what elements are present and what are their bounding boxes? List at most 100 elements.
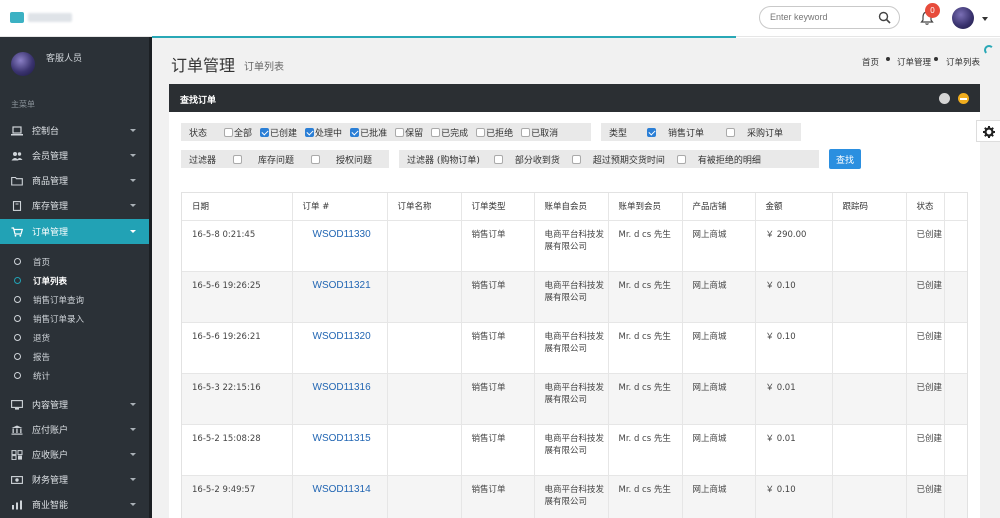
type-option-purchase[interactable]: 采购订单 bbox=[726, 126, 783, 139]
breadcrumb-orders[interactable]: 订单管理 bbox=[897, 56, 931, 68]
sidebar-item-finance[interactable]: 财务管理 bbox=[0, 467, 149, 492]
table-row[interactable]: 16-5-6 19:26:25 WSOD11321 销售订单 电商平台科技发展有限公司… bbox=[182, 271, 967, 323]
order-number-link[interactable]: WSOD11330 bbox=[292, 220, 388, 272]
minimize-icon[interactable] bbox=[958, 93, 969, 104]
checkbox[interactable] bbox=[676, 154, 686, 164]
chart-icon bbox=[11, 500, 23, 510]
column-header[interactable]: 金额 bbox=[755, 193, 833, 221]
cell-extra bbox=[944, 475, 967, 518]
avatar[interactable] bbox=[11, 52, 35, 76]
status-option-cancelled[interactable]: 已取消 bbox=[521, 126, 558, 139]
filter-option-auth[interactable]: 授权问题 bbox=[311, 153, 372, 166]
order-number-link[interactable]: WSOD11315 bbox=[292, 424, 388, 476]
sidebar-item-content[interactable]: 内容管理 bbox=[0, 392, 149, 417]
checkbox[interactable] bbox=[476, 127, 486, 137]
sidebar-item-orders[interactable]: 订单管理 bbox=[0, 219, 149, 244]
search-icon[interactable] bbox=[878, 11, 891, 24]
user-avatar[interactable] bbox=[952, 7, 974, 29]
checkbox[interactable] bbox=[233, 154, 243, 164]
column-header[interactable]: 订单 # bbox=[292, 193, 388, 221]
settings-panel-toggle[interactable] bbox=[976, 120, 1000, 142]
users-icon bbox=[11, 151, 23, 161]
sidebar-subitem-statistics[interactable]: 统计 bbox=[0, 366, 149, 385]
sidebar-item-dashboard[interactable]: 控制台 bbox=[0, 118, 149, 143]
order-number-link[interactable]: WSOD11321 bbox=[292, 271, 388, 323]
sidebar-item-products[interactable]: 商品管理 bbox=[0, 168, 149, 193]
sidebar-item-bi[interactable]: 商业智能 bbox=[0, 492, 149, 517]
logo-icon[interactable] bbox=[10, 12, 24, 23]
sidebar-item-inventory[interactable]: 库存管理 bbox=[0, 193, 149, 218]
collapse-toggle-icon[interactable] bbox=[939, 93, 950, 104]
cell-order-type: 销售订单 bbox=[461, 220, 535, 272]
search-input[interactable] bbox=[770, 12, 870, 22]
column-header[interactable]: 状态 bbox=[906, 193, 945, 221]
cart-option-rejected-items[interactable]: 有被拒绝的明细 bbox=[676, 153, 761, 166]
checkbox[interactable] bbox=[311, 154, 321, 164]
sidebar-item-payables[interactable]: 应付账户 bbox=[0, 417, 149, 442]
column-header[interactable]: 日期 bbox=[182, 193, 293, 221]
search-button[interactable]: 查找 bbox=[829, 149, 861, 169]
type-option-sales[interactable]: 销售订单 bbox=[647, 126, 704, 139]
table-row[interactable]: 16-5-8 0:21:45 WSOD11330 销售订单 电商平台科技发展有限公司 M… bbox=[182, 220, 967, 272]
checkbox[interactable] bbox=[493, 154, 503, 164]
type-filter-group: 类型 销售订单 采购订单 bbox=[601, 123, 801, 141]
checkbox[interactable] bbox=[521, 127, 531, 137]
column-header[interactable]: 跟踪码 bbox=[832, 193, 907, 221]
status-option-rejected[interactable]: 已拒绝 bbox=[476, 126, 513, 139]
sidebar-subitem-reports[interactable]: 报告 bbox=[0, 347, 149, 366]
cart-option-partial[interactable]: 部分收到货 bbox=[493, 153, 560, 166]
checkbox[interactable] bbox=[431, 127, 441, 137]
checkbox[interactable] bbox=[726, 127, 736, 137]
sidebar-subitem-order-entry[interactable]: 销售订单录入 bbox=[0, 309, 149, 328]
notification-badge: 0 bbox=[925, 3, 940, 18]
column-header[interactable]: 产品店铺 bbox=[682, 193, 756, 221]
cell-order-name bbox=[387, 322, 462, 374]
checkbox[interactable] bbox=[260, 127, 270, 137]
checkbox[interactable] bbox=[350, 127, 360, 137]
sidebar-item-label: 会员管理 bbox=[32, 152, 69, 162]
checkbox-label: 全部 bbox=[234, 128, 253, 139]
sidebar-subitem-returns[interactable]: 退货 bbox=[0, 328, 149, 347]
column-header[interactable]: 账单自会员 bbox=[534, 193, 609, 221]
cell-store: 网上商城 bbox=[682, 373, 756, 425]
table-row[interactable]: 16-5-2 15:08:28 WSOD11315 销售订单 电商平台科技发展有限公司… bbox=[182, 424, 967, 476]
sidebar-subitem-home[interactable]: 首页 bbox=[0, 252, 149, 271]
checkbox[interactable] bbox=[305, 127, 315, 137]
status-option-completed[interactable]: 已完成 bbox=[431, 126, 468, 139]
checkbox[interactable] bbox=[647, 127, 657, 137]
table-row[interactable]: 16-5-3 22:15:16 WSOD11316 销售订单 电商平台科技发展有限公司… bbox=[182, 373, 967, 425]
table-row[interactable]: 16-5-2 9:49:57 WSOD11314 销售订单 电商平台科技发展有限公司 M… bbox=[182, 475, 967, 518]
order-number-link[interactable]: WSOD11316 bbox=[292, 373, 388, 425]
logo-text[interactable] bbox=[28, 13, 72, 22]
status-option-all[interactable]: 全部 bbox=[224, 126, 252, 139]
cell-bill-to: Mr. d cs 先生 bbox=[608, 373, 683, 425]
breadcrumb-home[interactable]: 首页 bbox=[862, 56, 879, 68]
sidebar-item-receivables[interactable]: 应收账户 bbox=[0, 442, 149, 467]
cell-order-type: 销售订单 bbox=[461, 424, 535, 476]
status-option-approved[interactable]: 已批准 bbox=[350, 126, 387, 139]
status-option-created[interactable]: 已创建 bbox=[260, 126, 297, 139]
status-option-hold[interactable]: 保留 bbox=[395, 126, 423, 139]
cell-status: 已创建 bbox=[906, 373, 945, 425]
checkbox[interactable] bbox=[224, 127, 234, 137]
cell-order-type: 销售订单 bbox=[461, 322, 535, 374]
order-number-link[interactable]: WSOD11320 bbox=[292, 322, 388, 374]
cart-option-overdue[interactable]: 超过预期交货时间 bbox=[571, 153, 665, 166]
sidebar-item-label: 控制台 bbox=[32, 127, 60, 137]
sidebar-item-members[interactable]: 会员管理 bbox=[0, 143, 149, 168]
column-header[interactable]: 订单类型 bbox=[461, 193, 535, 221]
cell-bill-from: 电商平台科技发展有限公司 bbox=[534, 271, 609, 323]
loading-spinner-icon bbox=[984, 45, 994, 55]
chevron-down-icon[interactable] bbox=[982, 17, 988, 21]
gear-icon[interactable] bbox=[977, 121, 1000, 143]
filter-option-inventory[interactable]: 库存问题 bbox=[233, 153, 294, 166]
status-option-processing[interactable]: 处理中 bbox=[305, 126, 342, 139]
sidebar-subitem-order-query[interactable]: 销售订单查询 bbox=[0, 290, 149, 309]
column-header[interactable]: 账单到会员 bbox=[608, 193, 683, 221]
checkbox[interactable] bbox=[395, 127, 405, 137]
order-number-link[interactable]: WSOD11314 bbox=[292, 475, 388, 518]
table-row[interactable]: 16-5-6 19:26:21 WSOD11320 销售订单 电商平台科技发展有限公司… bbox=[182, 322, 967, 374]
sidebar-subitem-order-list[interactable]: 订单列表 bbox=[0, 271, 149, 290]
column-header[interactable]: 订单名称 bbox=[387, 193, 462, 221]
checkbox[interactable] bbox=[571, 154, 581, 164]
